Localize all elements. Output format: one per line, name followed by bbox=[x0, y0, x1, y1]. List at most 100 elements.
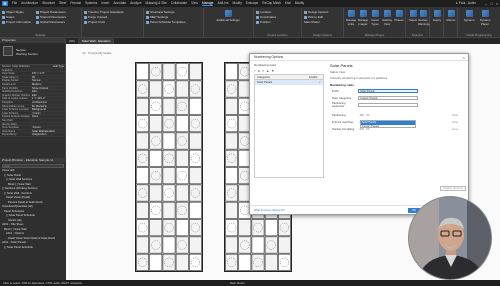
solar-panel[interactable] bbox=[162, 236, 176, 254]
inquiry-button[interactable]: Inquiry bbox=[432, 10, 442, 22]
location-button[interactable]: Location bbox=[256, 10, 271, 14]
menu-item[interactable]: Analyze bbox=[130, 1, 141, 6]
solar-panel[interactable] bbox=[136, 167, 149, 185]
menu-item[interactable]: Insert bbox=[101, 1, 109, 6]
solar-panel[interactable] bbox=[225, 167, 238, 185]
position-button[interactable]: Position bbox=[256, 20, 271, 24]
solar-panel[interactable] bbox=[136, 201, 149, 219]
duplicate-rule-icon[interactable]: ⧉ bbox=[258, 69, 260, 73]
purge-unused-button[interactable]: Purge Unused bbox=[84, 15, 107, 19]
solar-panel[interactable] bbox=[238, 219, 252, 237]
app-logo-icon[interactable]: R bbox=[2, 1, 8, 6]
review-warnings-button[interactable]: Review Warnings bbox=[418, 10, 430, 26]
menu-item[interactable]: Modify bbox=[232, 1, 241, 6]
prefix-select[interactable]: Solar Panels bbox=[358, 89, 418, 93]
solar-panel[interactable] bbox=[251, 236, 265, 254]
move-down-icon[interactable]: ▼ bbox=[271, 69, 274, 73]
solar-panel[interactable] bbox=[136, 63, 149, 81]
panel-schedule-templates-button[interactable]: Panel Schedule Templates bbox=[146, 20, 185, 24]
solar-panel[interactable] bbox=[225, 236, 238, 254]
menu-item[interactable]: Enscape bbox=[246, 1, 258, 6]
coordinates-button[interactable]: Coordinates bbox=[256, 15, 276, 19]
help-link[interactable]: What do these options do? bbox=[254, 209, 285, 212]
solar-panel[interactable] bbox=[162, 63, 176, 81]
object-styles-button[interactable]: Object Styles bbox=[2, 10, 24, 14]
solar-wall-left[interactable] bbox=[135, 62, 203, 272]
solar-panel[interactable] bbox=[149, 149, 163, 167]
pick-to-edit-button[interactable]: Pick to Edit bbox=[304, 15, 323, 19]
design-options-button[interactable]: Design Options bbox=[304, 10, 329, 14]
macros-button[interactable]: Macros bbox=[446, 10, 456, 22]
solar-panel[interactable] bbox=[175, 149, 189, 167]
snaps-button[interactable]: Snaps bbox=[2, 15, 15, 19]
solar-panel[interactable] bbox=[162, 132, 176, 150]
menu-item[interactable]: File bbox=[12, 1, 17, 6]
solar-panel[interactable] bbox=[175, 80, 189, 98]
shared-parameters-button[interactable]: Shared Parameters bbox=[36, 15, 66, 19]
solar-panel[interactable] bbox=[136, 236, 149, 254]
solar-panel[interactable] bbox=[188, 63, 202, 81]
solar-panel[interactable] bbox=[162, 201, 176, 219]
menu-item[interactable]: ReCap Mesh bbox=[262, 1, 281, 6]
browser-search-input[interactable]: solar bbox=[2, 164, 64, 168]
solar-panel[interactable] bbox=[149, 184, 163, 202]
menu-item[interactable]: Steel bbox=[59, 1, 66, 6]
property-row[interactable]: Dependency Independent bbox=[0, 133, 65, 137]
phases-button[interactable]: Phases bbox=[394, 10, 404, 22]
solar-panel[interactable] bbox=[149, 253, 163, 271]
project-units-button[interactable]: Project Units bbox=[84, 20, 105, 24]
solar-panel[interactable] bbox=[277, 236, 291, 254]
solar-panel[interactable] bbox=[238, 253, 252, 271]
dynamo-button[interactable]: Dynamo bbox=[464, 10, 474, 22]
solar-panel[interactable] bbox=[149, 115, 163, 133]
partitioning-toggle[interactable] bbox=[358, 113, 364, 117]
enabled-check-icon[interactable]: ✓ bbox=[319, 80, 321, 85]
menu-item[interactable]: View bbox=[191, 1, 198, 6]
maximize-icon[interactable]: □ bbox=[490, 1, 492, 6]
edit-type-button[interactable]: Edit Type bbox=[30, 65, 65, 68]
solar-panel[interactable] bbox=[225, 132, 238, 150]
close-icon[interactable]: × bbox=[496, 1, 498, 6]
main-model-select[interactable]: Main Model bbox=[304, 20, 320, 24]
solar-panel[interactable] bbox=[175, 115, 189, 133]
select-button[interactable]: Select bbox=[408, 10, 418, 22]
solar-panel[interactable] bbox=[162, 167, 176, 185]
global-parameters-button[interactable]: Global Parameters bbox=[36, 20, 65, 24]
project-information-button[interactable]: Project Information bbox=[2, 20, 31, 24]
solar-panel[interactable] bbox=[188, 201, 202, 219]
solar-panel[interactable] bbox=[225, 201, 238, 219]
menu-item[interactable]: Manage bbox=[201, 1, 214, 6]
starting-view-button[interactable]: Starting View bbox=[382, 10, 392, 26]
solar-panel[interactable] bbox=[225, 63, 238, 81]
solar-panel[interactable] bbox=[136, 97, 149, 115]
solar-panel[interactable] bbox=[264, 219, 278, 237]
tree-item[interactable]: [ ] Solar Panel Schedule bbox=[0, 246, 66, 251]
solar-panel[interactable] bbox=[149, 80, 163, 98]
solar-panel[interactable] bbox=[188, 132, 202, 150]
isolate-toggle[interactable] bbox=[82, 52, 86, 54]
transfer-standards-button[interactable]: Transfer Project Standards bbox=[84, 10, 124, 14]
solar-panel[interactable] bbox=[188, 236, 202, 254]
dynamo-player-button[interactable]: Dynamo Player bbox=[480, 10, 490, 26]
prefix-dropdown-list[interactable]: Solar Panels Custom Panels bbox=[360, 120, 416, 128]
solar-panel[interactable] bbox=[162, 97, 176, 115]
menu-item[interactable]: Collaborate bbox=[171, 1, 187, 6]
manage-images-button[interactable]: Manage Images bbox=[358, 10, 368, 26]
menu-item[interactable]: Systems bbox=[85, 1, 97, 6]
solar-panel[interactable] bbox=[136, 132, 149, 150]
menu-item[interactable]: Kiwi bbox=[285, 1, 291, 6]
solar-panel[interactable] bbox=[188, 97, 202, 115]
menu-item[interactable]: Structure bbox=[42, 1, 55, 6]
solar-panel[interactable] bbox=[264, 253, 278, 271]
additional-settings-button[interactable]: Additional Settings bbox=[208, 10, 248, 22]
dropdown-option[interactable]: Custom Panels bbox=[361, 125, 415, 129]
minimize-icon[interactable]: – bbox=[485, 1, 487, 6]
add-rule-icon[interactable]: + bbox=[254, 69, 256, 73]
delete-rule-icon[interactable]: × bbox=[262, 69, 264, 73]
type-selector[interactable]: Section Working Section bbox=[0, 43, 65, 65]
menu-item[interactable]: Massing & Site bbox=[146, 1, 167, 6]
menu-item[interactable]: Modify bbox=[295, 1, 304, 6]
solar-panel[interactable] bbox=[175, 253, 189, 271]
partitioning-param-select[interactable] bbox=[358, 103, 418, 107]
mep-settings-button[interactable]: MEP Settings bbox=[146, 15, 168, 19]
